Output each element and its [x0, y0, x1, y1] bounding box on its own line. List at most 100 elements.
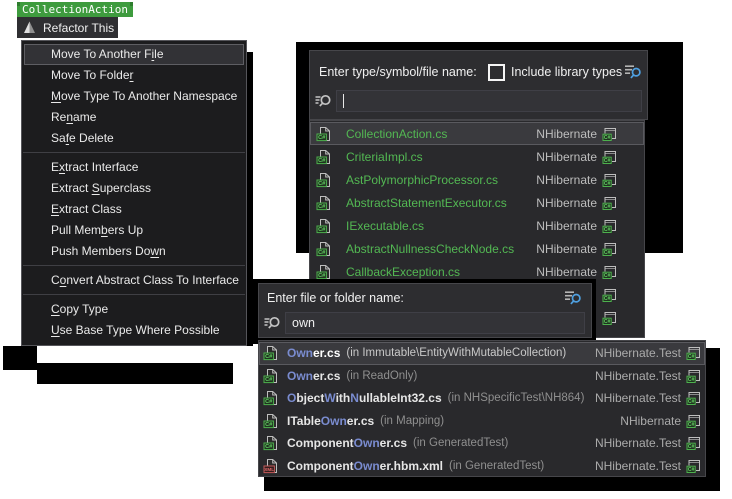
csharp-file-icon: C# [316, 218, 332, 234]
match-highlight: W [324, 391, 335, 405]
file-location: (in GeneratedTest) [413, 437, 508, 449]
svg-text:C#: C# [265, 377, 273, 383]
selected-symbol-highlight: CollectionAction [17, 2, 133, 17]
file-name: CollectionAction.cs [346, 127, 447, 141]
svg-text:C#: C# [604, 158, 611, 164]
selection-handle [130, 2, 133, 6]
menu-item[interactable]: Push Members Down [24, 241, 244, 262]
match-highlight: N [350, 391, 359, 405]
project-name: NHibernate.Test [595, 391, 681, 405]
type-result-row[interactable]: C#IExecutable.csNHibernateC# [310, 214, 644, 237]
csharp-file-icon: C# [316, 172, 332, 188]
file-name: CriteriaImpl.cs [346, 150, 423, 164]
csharp-file-icon: C# [263, 413, 279, 429]
svg-text:C#: C# [318, 204, 326, 210]
menu-item[interactable]: Extract Superclass [24, 178, 244, 199]
svg-text:C#: C# [604, 135, 611, 141]
svg-text:C#: C# [265, 444, 273, 450]
csharp-project-icon: C# [686, 413, 702, 429]
menu-item[interactable]: Safe Delete [24, 128, 244, 149]
csharp-project-icon: C# [602, 195, 618, 211]
file-name: CallbackException.cs [346, 265, 460, 279]
svg-text:C#: C# [318, 181, 326, 187]
match-highlight: Own [287, 369, 313, 383]
match-highlight: Own [287, 346, 313, 360]
file-result-row[interactable]: XMLComponentOwner.hbm.xml(in GeneratedTe… [259, 455, 705, 478]
file-result-row[interactable]: C#Owner.cs(in ReadOnly)NHibernate.TestC# [259, 365, 705, 388]
csharp-file-icon: C# [316, 264, 332, 280]
project-name: NHibernate.Test [595, 346, 681, 360]
shadow [37, 363, 233, 384]
match-highlight: Own [354, 436, 380, 450]
type-popup-label: Enter type/symbol/file name: [319, 65, 477, 79]
csharp-project-icon: C# [686, 345, 702, 361]
project-name: NHibernate.Test [595, 436, 681, 450]
svg-text:C#: C# [265, 422, 273, 428]
project-name: NHibernate.Test [595, 459, 681, 473]
menu-item[interactable]: Move To Folder [24, 65, 244, 86]
menu-item[interactable]: Convert Abstract Class To Interface [24, 270, 244, 291]
menu-item[interactable]: Rename [24, 107, 244, 128]
csharp-project-icon: C# [686, 458, 702, 474]
file-name: Owner.cs [287, 346, 340, 360]
svg-text:C#: C# [604, 227, 611, 233]
selected-symbol-text: CollectionAction [22, 3, 128, 16]
search-options-icon [314, 92, 333, 110]
file-name: IExecutable.cs [346, 219, 424, 233]
svg-text:C#: C# [688, 399, 695, 405]
svg-text:C#: C# [688, 422, 695, 428]
file-location: (in GeneratedTest) [449, 460, 544, 472]
refactor-icon [22, 20, 37, 35]
include-library-types-label[interactable]: Include library types [511, 65, 622, 79]
menu-item[interactable]: Pull Members Up [24, 220, 244, 241]
refactor-menu-title: Refactor This [43, 21, 114, 35]
type-search-input[interactable] [336, 90, 642, 112]
file-result-row[interactable]: C# Owner.cs (in Immutable\EntityWithMutabl… [259, 342, 705, 365]
file-result-row[interactable]: C# ComponentOwner.cs (in GeneratedTest) NHi… [259, 432, 705, 455]
csharp-project-icon: C# [602, 172, 618, 188]
menu-item[interactable]: Move To Another File [24, 44, 244, 65]
shadow [3, 346, 37, 370]
file-search-input[interactable]: own [285, 312, 585, 334]
project-name: NHibernate [536, 265, 597, 279]
svg-text:C#: C# [318, 273, 326, 279]
type-result-row[interactable]: C#CollectionAction.csNHibernateC# [310, 122, 644, 145]
csharp-file-icon: C# [263, 435, 279, 451]
menu-item[interactable]: Extract Class [24, 199, 244, 220]
svg-text:C#: C# [604, 319, 611, 325]
type-result-row[interactable]: C#AbstractStatementExecutor.csNHibernate… [310, 191, 644, 214]
type-result-row[interactable]: C#AstPolymorphicProcessor.csNHibernateC# [310, 168, 644, 191]
file-name: Owner.cs [287, 369, 340, 383]
menu-item[interactable]: Move Type To Another Namespace [24, 86, 244, 107]
file-result-row[interactable]: C#ITableOwner.cs(in Mapping)NHibernateC# [259, 410, 705, 433]
file-name: ComponentOwner.cs [287, 436, 407, 450]
project-name: NHibernate [536, 242, 597, 256]
file-result-row[interactable]: C#ObjectWithNullableInt32.cs(in NHSpecif… [259, 387, 705, 410]
filter-settings-icon[interactable] [563, 289, 583, 307]
filter-settings-icon[interactable] [623, 63, 643, 81]
file-location: (in Immutable\EntityWithMutableCollectio… [346, 347, 566, 359]
svg-text:C#: C# [604, 250, 611, 256]
match-highlight: Own [321, 414, 347, 428]
menu-item[interactable]: Extract Interface [24, 157, 244, 178]
file-search-query: own [292, 316, 315, 330]
file-name: ObjectWithNullableInt32.cs [287, 391, 442, 405]
menu-item[interactable]: Use Base Type Where Possible [24, 320, 244, 341]
menu-separator [23, 152, 245, 153]
svg-text:XML: XML [264, 467, 274, 472]
include-library-types-checkbox[interactable] [488, 64, 505, 81]
search-options-icon [263, 314, 282, 332]
project-name: NHibernate [620, 414, 681, 428]
menu-item[interactable]: Copy Type [24, 299, 244, 320]
svg-text:C#: C# [604, 296, 611, 302]
csharp-project-icon: C# [602, 310, 618, 326]
type-result-row[interactable]: C#AbstractNullnessCheckNode.csNHibernate… [310, 237, 644, 260]
project-name: NHibernate [536, 150, 597, 164]
goto-file-results-list: C# Owner.cs (in Immutable\EntityWithMutabl… [258, 340, 706, 477]
csharp-file-icon: C# [316, 195, 332, 211]
selection-handle [17, 2, 20, 6]
goto-file-popup-header: Enter file or folder name: own [258, 283, 592, 338]
csharp-file-icon: C# [263, 368, 279, 384]
type-result-row[interactable]: C# CriteriaImpl.cs NHibernate C# [310, 145, 644, 168]
csharp-file-icon: C# [316, 149, 332, 165]
